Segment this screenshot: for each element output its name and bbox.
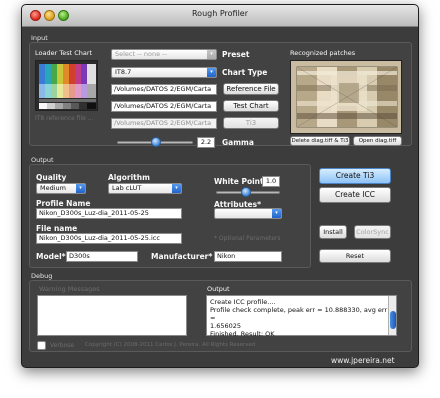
algorithm-label: Algorithm	[108, 173, 150, 182]
chevron-down-icon: ▾	[172, 184, 181, 193]
create-icc-button[interactable]: Create ICC	[319, 187, 391, 203]
test-chart-button[interactable]: Test Chart	[223, 100, 279, 112]
recognized-patches-grid	[296, 66, 398, 128]
output-scrollbar-thumb[interactable]	[390, 311, 396, 329]
output-line: Finished. Result: OK	[210, 330, 275, 338]
verbose-checkbox[interactable]	[37, 341, 46, 350]
website-link[interactable]: www.jpereira.net	[331, 356, 395, 365]
model-field[interactable]: D300s	[66, 251, 138, 262]
output-scrollbar[interactable]	[388, 296, 396, 335]
delete-diag-button[interactable]: Delete diag.tiff & Ti3	[290, 136, 350, 146]
white-point-label: White Point	[214, 177, 264, 186]
manufacturer-field[interactable]: Nikon	[214, 251, 282, 262]
debug-section-label: Debug	[31, 272, 53, 280]
chart-type-value: IT8.7	[115, 68, 132, 76]
quality-select-value: Medium	[40, 184, 66, 192]
preset-label: Preset	[222, 50, 250, 59]
chart-type-label: Chart Type	[222, 68, 268, 77]
test-chart-path-field[interactable]: /Volumes/DATOS 2/EGM/Carta	[111, 101, 217, 112]
gamma-value-field[interactable]: 2.2	[197, 137, 215, 148]
create-ti3-button[interactable]: Create Ti3	[319, 168, 391, 184]
debug-output-area[interactable]: Create ICC profile.... Profile check com…	[206, 295, 397, 338]
chart-type-select[interactable]: IT8.7 ▾	[111, 67, 217, 78]
output-line: Create ICC profile....	[210, 298, 276, 306]
test-chart-image[interactable]	[35, 60, 98, 111]
chevron-down-icon: ▾	[76, 184, 85, 193]
loader-test-chart-label: Loader Test Chart	[35, 49, 93, 57]
model-label: Model*	[36, 252, 66, 261]
preset-select-value: Select -- none --	[115, 50, 167, 58]
algorithm-select[interactable]: Lab cLUT ▾	[108, 183, 182, 194]
ti3-path-field[interactable]: /Volumes/DATOS 2/EGM/Carta	[111, 118, 217, 129]
output-section-label: Output	[31, 156, 54, 164]
loader-caption: IT8 reference file ...	[35, 115, 94, 122]
attributes-select[interactable]: ▾	[214, 208, 282, 219]
profile-name-field[interactable]: Nikon_D300s_Luz-dia_2011-05-25	[36, 208, 182, 219]
white-point-slider-knob[interactable]	[241, 187, 251, 197]
gamma-label: Gamma	[222, 138, 254, 147]
chevron-down-icon: ▾	[207, 68, 216, 77]
verbose-label: Verbose	[50, 342, 75, 349]
warning-messages-label: Warning Messages	[39, 285, 100, 293]
app-window: Rough Profiler Input Loader Test Chart I…	[21, 4, 419, 368]
reference-file-path-field[interactable]: /Volumes/DATOS 2/EGM/Carta	[111, 84, 217, 95]
file-name-field[interactable]: Nikon_D300s_Luz-dia_2011-05-25.icc	[36, 233, 182, 244]
open-diag-button[interactable]: Open diag.tiff	[353, 136, 402, 146]
file-name-label: File name	[36, 224, 78, 233]
profile-name-label: Profile Name	[36, 199, 91, 208]
title-bar: Rough Profiler	[22, 5, 418, 27]
reference-file-button[interactable]: Reference File	[223, 83, 279, 95]
window-title: Rough Profiler	[191, 9, 249, 18]
chevron-down-icon: ▾	[272, 209, 281, 218]
warning-messages-area[interactable]	[37, 295, 187, 336]
output-line: 1.656025	[210, 322, 242, 330]
quality-label: Quality	[36, 173, 67, 182]
algorithm-select-value: Lab cLUT	[112, 184, 142, 192]
optional-parameters-label: * Optional Parameters	[214, 235, 281, 242]
copyright-text: Copyright (C) 2008-2011 Carlos J. Pereir…	[85, 342, 256, 348]
input-section-label: Input	[31, 34, 48, 42]
recognized-patches-image[interactable]	[290, 60, 402, 134]
colorsync-button[interactable]: ColorSync	[354, 225, 391, 239]
preset-select[interactable]: Select -- none -- ▾	[111, 49, 217, 60]
quality-select[interactable]: Medium ▾	[36, 183, 86, 194]
manufacturer-label: Manufacturer*	[151, 252, 213, 261]
white-point-value-field[interactable]: 1.0	[262, 176, 280, 187]
output-line: Profile check complete, peak err = 10.88…	[210, 306, 388, 322]
ti3-button[interactable]: Ti3	[223, 117, 279, 129]
install-button[interactable]: Install	[319, 225, 347, 239]
gamma-slider-knob[interactable]	[151, 137, 161, 147]
chevron-down-icon: ▾	[207, 50, 216, 59]
reset-button[interactable]: Reset	[319, 249, 391, 263]
recognized-patches-label: Recognized patches	[290, 49, 356, 57]
debug-output-label: Output	[207, 285, 230, 293]
